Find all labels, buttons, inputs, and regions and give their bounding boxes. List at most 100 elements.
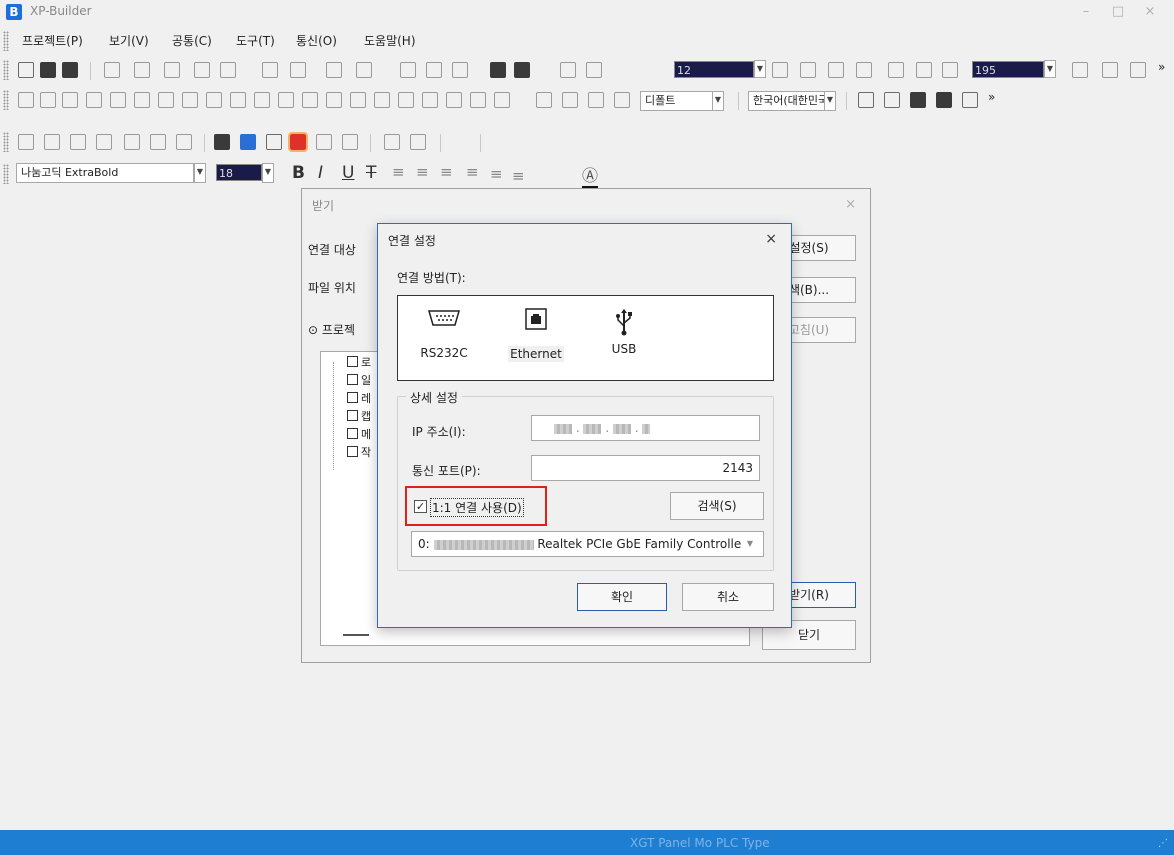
tree-item[interactable]: 레 (347, 392, 371, 405)
tree-item[interactable]: 일 (347, 374, 371, 387)
more-icon[interactable]: » (1158, 60, 1165, 74)
pan-hand-icon[interactable] (888, 62, 904, 78)
zoom-find-icon[interactable] (400, 62, 416, 78)
monitor-icon[interactable] (96, 134, 112, 150)
zoom-area-icon[interactable] (1130, 62, 1146, 78)
align-bottom-text-icon[interactable]: ≡ (512, 167, 525, 185)
tree-item[interactable]: 메 (347, 428, 371, 441)
last-page-icon[interactable] (410, 134, 426, 150)
checkbox[interactable] (347, 356, 358, 367)
same-height-icon[interactable] (326, 92, 342, 108)
checkbox[interactable] (347, 428, 358, 439)
menu-help[interactable]: 도움말(H) (364, 32, 416, 49)
one-to-one-checkbox[interactable]: ✓ (414, 500, 427, 513)
delete-icon[interactable] (164, 62, 180, 78)
menu-project[interactable]: 프로젝트(P) (22, 32, 83, 49)
zoom-out-icon[interactable] (942, 62, 958, 78)
method-rs232c[interactable]: RS232C (416, 308, 472, 360)
tree-icon[interactable] (858, 92, 874, 108)
replace-icon[interactable] (356, 62, 372, 78)
method-usb[interactable]: USB (596, 308, 652, 356)
cancel-button[interactable]: 취소 (682, 583, 774, 611)
align-icon[interactable] (62, 92, 78, 108)
minimize-button[interactable]: – (1076, 3, 1096, 21)
distribute-icon[interactable] (254, 92, 270, 108)
table-icon[interactable] (828, 62, 844, 78)
align-bottom-icon[interactable] (158, 92, 174, 108)
tag-list-icon[interactable] (614, 92, 630, 108)
zoom-fit-icon[interactable] (1072, 62, 1088, 78)
chevron-down-icon[interactable]: ▼ (194, 163, 206, 183)
zoom-combo[interactable]: 195 (972, 61, 1044, 78)
redo-icon[interactable] (134, 62, 150, 78)
menu-common[interactable]: 공통(C) (172, 32, 212, 49)
ok-button[interactable]: 확인 (577, 583, 667, 611)
grid-panel-icon[interactable] (936, 92, 952, 108)
menu-view[interactable]: 보기(V) (109, 32, 149, 49)
method-ethernet[interactable]: Ethernet (508, 308, 564, 362)
grid-size-combo[interactable]: 12 (674, 61, 754, 78)
toolbar-grip-icon[interactable] (3, 164, 9, 184)
align-right-text-icon[interactable]: ≡ (440, 163, 453, 181)
strikethrough-icon[interactable]: T (366, 163, 376, 183)
checkbox[interactable] (347, 374, 358, 385)
send-back-icon[interactable] (446, 92, 462, 108)
first-page-icon[interactable] (384, 134, 400, 150)
underline-icon[interactable]: U (342, 163, 354, 183)
tree-item[interactable]: 로 (347, 356, 371, 369)
align-left-text-icon[interactable]: ≡ (392, 163, 405, 181)
close-icon[interactable]: × (765, 231, 777, 247)
antenna-icon[interactable] (910, 92, 926, 108)
download-icon[interactable] (266, 134, 282, 150)
line-icon[interactable] (856, 62, 872, 78)
align-left-icon[interactable] (110, 92, 126, 108)
more-icon[interactable]: » (988, 90, 995, 104)
same-width-icon[interactable] (302, 92, 318, 108)
close-icon[interactable]: × (845, 197, 856, 212)
locale-combo[interactable]: 한국어(대한민국 (748, 91, 826, 111)
tools-icon[interactable] (514, 62, 530, 78)
id-icon[interactable] (536, 92, 552, 108)
align-middle-icon[interactable] (230, 92, 246, 108)
upload-icon[interactable] (288, 132, 308, 152)
spacing-icon[interactable] (374, 92, 390, 108)
chevron-down-icon[interactable]: ▼ (712, 91, 724, 111)
align-icon[interactable] (18, 92, 34, 108)
text-size-combo[interactable]: 18 (216, 164, 262, 181)
new-file-icon[interactable] (18, 62, 34, 78)
chevron-down-icon[interactable]: ▼ (744, 533, 756, 555)
page-icon[interactable] (426, 62, 442, 78)
document-icon[interactable] (124, 134, 140, 150)
menu-communication[interactable]: 통신(O) (296, 32, 337, 49)
screen-icon[interactable] (884, 92, 900, 108)
font-combo[interactable]: 나눔고딕 ExtraBold (16, 163, 194, 183)
one-to-one-label[interactable]: 1:1 연결 사용(D) (430, 498, 524, 517)
align-top-icon[interactable] (134, 92, 150, 108)
language-combo[interactable]: 디폴트 (640, 91, 714, 111)
comm-setting-icon[interactable] (18, 134, 34, 150)
page-right-icon[interactable] (800, 62, 816, 78)
font-color-icon[interactable]: Ⓐ (582, 162, 599, 189)
close-window-button[interactable]: × (1140, 3, 1160, 21)
menu-tools[interactable]: 도구(T) (236, 32, 275, 49)
chevron-down-icon[interactable]: ▼ (1044, 60, 1056, 78)
toolbar-grip-icon[interactable] (3, 90, 9, 110)
port-field[interactable]: 2143 (531, 455, 760, 481)
compare-icon[interactable] (316, 134, 332, 150)
snap-grid-icon[interactable] (586, 62, 602, 78)
paste-icon[interactable] (262, 62, 278, 78)
open-folder-icon[interactable] (40, 62, 56, 78)
save-icon[interactable] (62, 62, 78, 78)
monitor-icon[interactable] (70, 134, 86, 150)
cut-icon[interactable] (194, 62, 210, 78)
menu-grip-icon[interactable] (3, 31, 9, 51)
undo-icon[interactable] (104, 62, 120, 78)
bring-front-icon[interactable] (422, 92, 438, 108)
tree-item[interactable]: 작 (347, 446, 371, 459)
checkbox[interactable] (347, 410, 358, 421)
comm-icon[interactable] (44, 134, 60, 150)
page-left-icon[interactable] (772, 62, 788, 78)
run-simulator-icon[interactable] (214, 134, 230, 150)
build-icon[interactable] (240, 134, 256, 150)
device-icon[interactable] (562, 92, 578, 108)
